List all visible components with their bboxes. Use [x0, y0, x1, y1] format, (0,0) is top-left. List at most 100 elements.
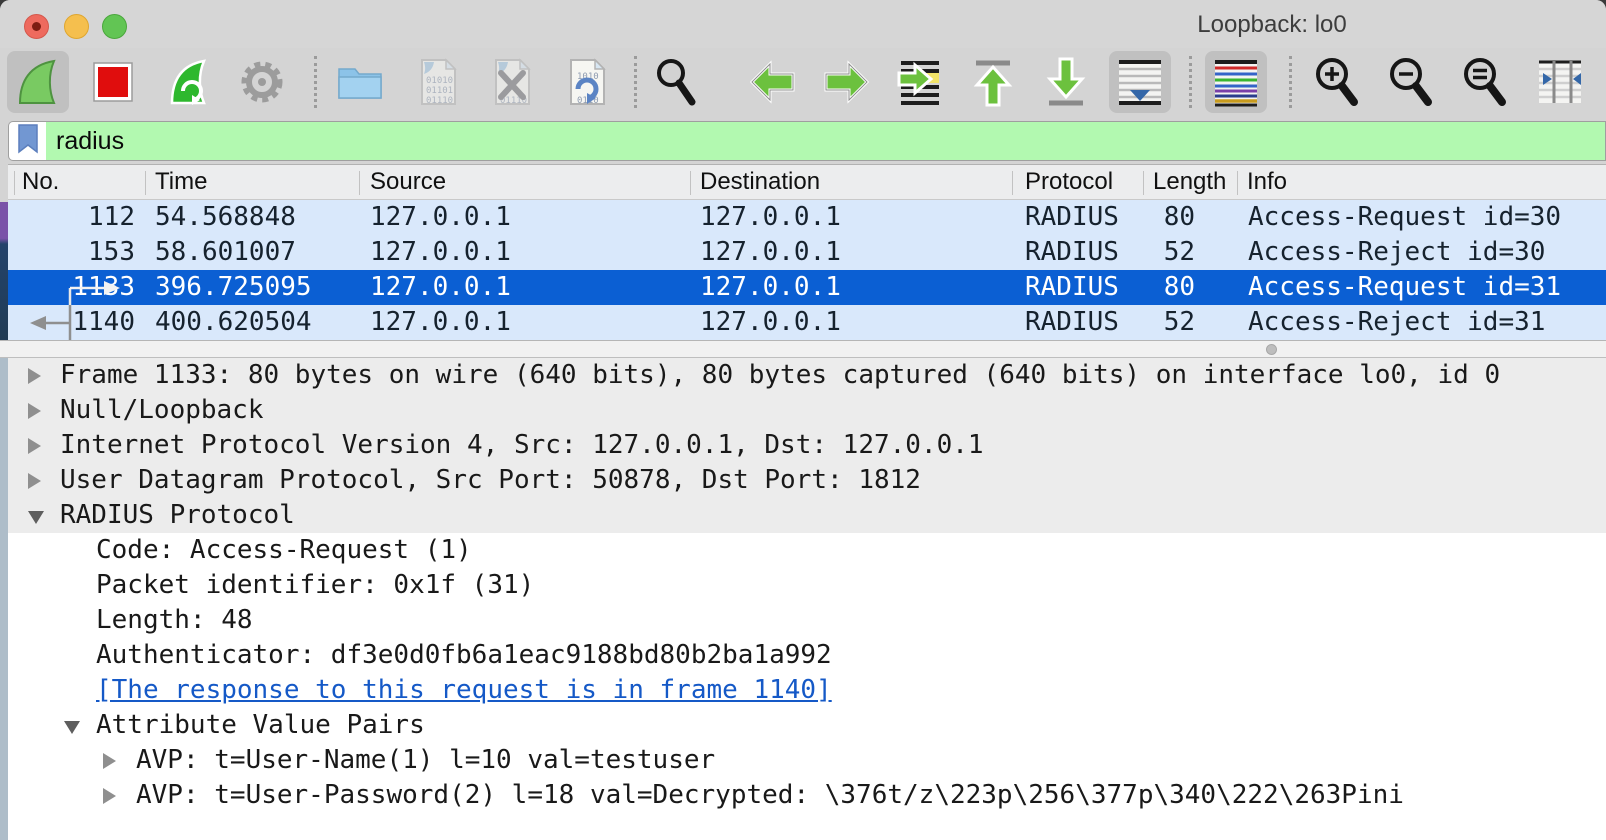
cell-time: 54.568848 [155, 200, 296, 235]
expander-right-icon[interactable] [28, 473, 41, 489]
column-separator[interactable] [359, 171, 360, 195]
zoom-in-button[interactable] [1305, 51, 1367, 113]
restart-capture-button[interactable] [157, 51, 219, 113]
zoom-out-icon [1385, 56, 1435, 108]
stop-capture-button[interactable] [82, 51, 144, 113]
zoom-out-button[interactable] [1379, 51, 1441, 113]
main-toolbar: 010100110101110 01110 10100110 [0, 48, 1606, 118]
cell-time: 396.725095 [155, 270, 312, 305]
cell-destination: 127.0.0.1 [700, 200, 841, 235]
go-to-last-button[interactable] [1035, 51, 1097, 113]
detail-text: RADIUS Protocol [60, 498, 295, 533]
resize-columns-icon [1535, 57, 1585, 107]
display-filter-input[interactable] [46, 121, 1606, 161]
packet-row-1140[interactable]: 1140 400.620504 127.0.0.1 127.0.0.1 RADI… [8, 305, 1606, 340]
column-separator[interactable] [1012, 171, 1013, 195]
pane-splitter[interactable] [0, 340, 1606, 358]
auto-scroll-button[interactable] [1109, 51, 1171, 113]
column-header-no[interactable]: No. [22, 168, 59, 196]
column-header-protocol[interactable]: Protocol [1025, 168, 1113, 196]
colorize-icon [1211, 56, 1261, 108]
detail-row-frame[interactable]: Frame 1133: 80 bytes on wire (640 bits),… [8, 358, 1606, 393]
column-header-source[interactable]: Source [370, 168, 446, 196]
detail-row-radius-protocol[interactable]: RADIUS Protocol [8, 498, 1606, 533]
cell-source: 127.0.0.1 [370, 235, 511, 270]
go-forward-button[interactable] [815, 51, 877, 113]
zoom-button[interactable] [102, 14, 127, 39]
capture-options-button[interactable] [231, 51, 293, 113]
column-separator[interactable] [1237, 171, 1238, 195]
svg-text:01110: 01110 [426, 96, 453, 106]
auto-scroll-icon [1115, 56, 1165, 108]
cell-info: Access-Reject id=30 [1248, 235, 1545, 270]
detail-row-avp-username[interactable]: AVP: t=User-Name(1) l=10 val=testuser [8, 743, 1606, 778]
column-separator[interactable] [145, 171, 146, 195]
column-header-time[interactable]: Time [155, 168, 207, 196]
column-separator[interactable] [14, 171, 15, 195]
detail-text: Null/Loopback [60, 393, 264, 428]
go-to-packet-button[interactable] [889, 51, 951, 113]
close-button[interactable] [24, 14, 49, 39]
detail-row-ipv4[interactable]: Internet Protocol Version 4, Src: 127.0.… [8, 428, 1606, 463]
cell-time: 400.620504 [155, 305, 312, 340]
save-file-button[interactable]: 010100110101110 [407, 51, 469, 113]
filter-bar [0, 118, 1606, 164]
detail-text: AVP: t=User-Name(1) l=10 val=testuser [136, 743, 715, 778]
expander-right-icon[interactable] [28, 438, 41, 454]
detail-row-udp[interactable]: User Datagram Protocol, Src Port: 50878,… [8, 463, 1606, 498]
packet-row-153[interactable]: 153 58.601007 127.0.0.1 127.0.0.1 RADIUS… [8, 235, 1606, 270]
stop-icon [89, 58, 137, 106]
expander-right-icon[interactable] [28, 403, 41, 419]
packet-row-112[interactable]: 112 54.568848 127.0.0.1 127.0.0.1 RADIUS… [8, 200, 1606, 235]
expander-right-icon[interactable] [28, 368, 41, 384]
detail-row-null-loopback[interactable]: Null/Loopback [8, 393, 1606, 428]
cell-length: 80 [1048, 270, 1195, 305]
detail-text: Authenticator: df3e0d0fb6a1eac9188bd80b2… [96, 638, 832, 673]
cell-destination: 127.0.0.1 [700, 235, 841, 270]
close-file-button[interactable]: 01110 [481, 51, 543, 113]
start-capture-button[interactable] [7, 51, 69, 113]
resize-columns-button[interactable] [1529, 51, 1591, 113]
zoom-reset-button[interactable] [1453, 51, 1515, 113]
column-separator[interactable] [690, 171, 691, 195]
detail-text: Internet Protocol Version 4, Src: 127.0.… [60, 428, 984, 463]
colorize-packets-button[interactable] [1205, 51, 1267, 113]
folder-icon [335, 57, 385, 107]
detail-row-packet-identifier[interactable]: Packet identifier: 0x1f (31) [8, 568, 1606, 603]
find-packet-button[interactable] [644, 51, 706, 113]
expander-down-icon[interactable] [64, 721, 80, 734]
cell-length: 52 [1048, 305, 1195, 340]
detail-text: Packet identifier: 0x1f (31) [96, 568, 534, 603]
arrow-down-bar-icon [1041, 57, 1091, 107]
titlebar[interactable]: Loopback: lo0 [0, 0, 1606, 48]
open-file-button[interactable] [329, 51, 391, 113]
column-header-destination[interactable]: Destination [700, 168, 820, 196]
expander-right-icon[interactable] [103, 788, 116, 804]
column-separator[interactable] [1143, 171, 1144, 195]
go-back-button[interactable] [742, 51, 804, 113]
column-header-info[interactable]: Info [1247, 168, 1287, 196]
splitter-handle[interactable] [1266, 344, 1277, 355]
detail-row-avp-password[interactable]: AVP: t=User-Password(2) l=18 val=Decrypt… [8, 778, 1606, 813]
shark-fin-icon [13, 57, 63, 107]
detail-text: User Datagram Protocol, Src Port: 50878,… [60, 463, 921, 498]
expander-right-icon[interactable] [103, 753, 116, 769]
minimize-button[interactable] [64, 14, 89, 39]
svg-text:01101: 01101 [426, 86, 453, 96]
response-frame-link[interactable]: [The response to this request is in fram… [96, 673, 832, 708]
detail-row-authenticator[interactable]: Authenticator: df3e0d0fb6a1eac9188bd80b2… [8, 638, 1606, 673]
window-title: Loopback: lo0 [1197, 11, 1346, 39]
detail-row-code[interactable]: Code: Access-Request (1) [8, 533, 1606, 568]
column-header-length[interactable]: Length [1153, 168, 1226, 196]
expander-down-icon[interactable] [28, 511, 44, 524]
detail-row-length[interactable]: Length: 48 [8, 603, 1606, 638]
packet-row-1133-selected[interactable]: 1133 396.725095 127.0.0.1 127.0.0.1 RADI… [8, 270, 1606, 305]
filter-bookmark-button[interactable] [8, 121, 46, 161]
detail-text: Attribute Value Pairs [96, 708, 425, 743]
detail-row-response-link[interactable]: [The response to this request is in fram… [8, 673, 1606, 708]
reload-file-button[interactable]: 10100110 [556, 51, 618, 113]
cell-time: 58.601007 [155, 235, 296, 270]
go-to-first-button[interactable] [962, 51, 1024, 113]
arrow-left-icon [748, 59, 798, 105]
detail-row-avp-header[interactable]: Attribute Value Pairs [8, 708, 1606, 743]
